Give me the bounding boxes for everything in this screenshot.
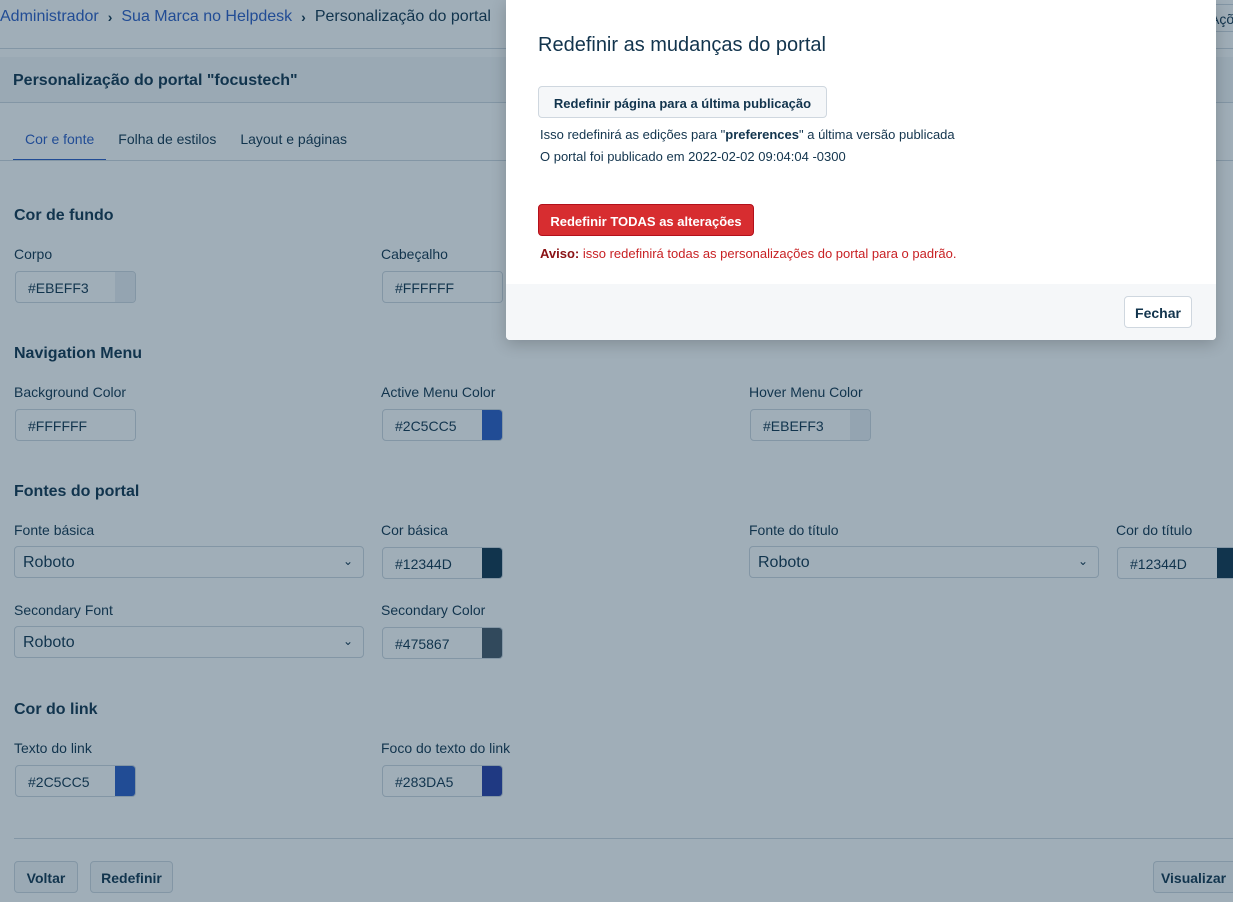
warning-label: Aviso: [540,246,580,261]
reset-portal-modal: Redefinir as mudanças do portal Redefini… [506,0,1216,340]
reset-info-text: Isso redefinirá as edições para "prefere… [540,127,955,142]
reset-info-suffix: " a última versão publicada [799,127,955,142]
close-button[interactable]: Fechar [1124,296,1192,328]
published-info-text: O portal foi publicado em 2022-02-02 09:… [540,149,846,164]
reset-info-bold: preferences [725,127,799,142]
reset-info-prefix: Isso redefinirá as edições para " [540,127,726,142]
reset-page-button[interactable]: Redefinir página para a última publicaçã… [538,86,827,118]
reset-all-button[interactable]: Redefinir TODAS as alterações [538,204,754,236]
reset-warning: Aviso: isso redefinirá todas as personal… [540,246,956,261]
modal-title: Redefinir as mudanças do portal [538,34,826,56]
modal-footer: Fechar [506,284,1216,340]
warning-text: isso redefinirá todas as personalizações… [579,246,957,261]
